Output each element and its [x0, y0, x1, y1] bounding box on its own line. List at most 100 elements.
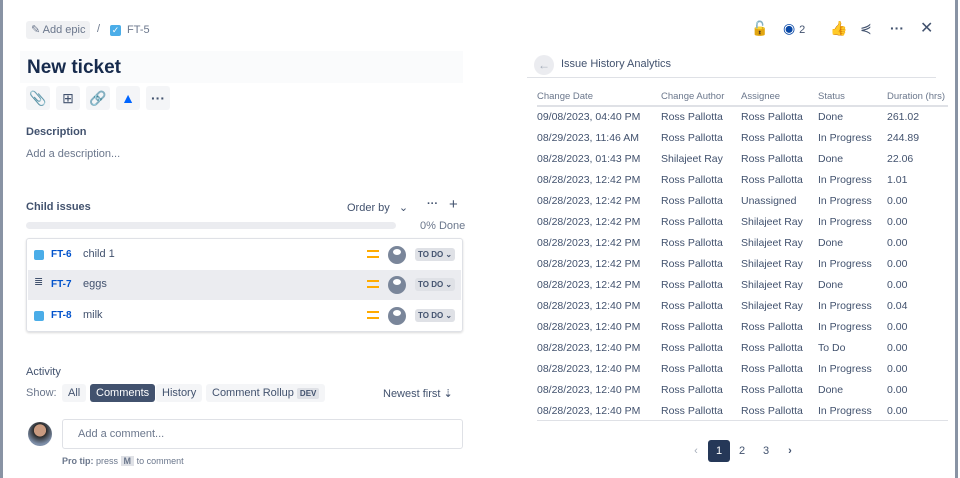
change-author-cell: Ross Pallotta — [661, 278, 723, 291]
priority-medium-icon — [367, 250, 379, 258]
thumbs-up-icon[interactable]: 👍 — [830, 20, 847, 37]
history-table: Change Date Change Author Assignee Statu… — [537, 87, 948, 421]
close-icon[interactable]: ✕ — [920, 18, 933, 38]
change-date-cell: 08/28/2023, 12:42 PM — [537, 236, 641, 249]
divider — [537, 420, 948, 421]
list-item[interactable]: ≣ FT-7 eggs TO DO ⌄ — [28, 270, 461, 300]
duration-cell: 0.00 — [887, 404, 908, 417]
description-label: Description — [26, 126, 87, 138]
assignee-cell: Ross Pallotta — [741, 341, 803, 354]
status-cell: In Progress — [818, 404, 872, 417]
change-date-cell: 08/28/2023, 12:40 PM — [537, 404, 641, 417]
change-date-cell: 08/28/2023, 01:43 PM — [537, 152, 641, 165]
change-author-cell: Ross Pallotta — [661, 383, 723, 396]
table-row: 08/29/2023, 11:46 AM Ross Pallotta Ross Pa… — [537, 127, 948, 148]
col-change-author: Change Author — [661, 87, 741, 107]
atlassian-icon[interactable]: ▲ — [116, 86, 140, 110]
more-icon[interactable]: ··· — [146, 86, 170, 110]
attach-icon[interactable]: 📎 — [26, 86, 50, 110]
panel-title: Issue History Analytics — [561, 58, 672, 70]
assignee-cell: Shilajeet Ray — [741, 278, 803, 291]
filter-all[interactable]: All — [62, 384, 87, 402]
status-cell: In Progress — [818, 320, 872, 333]
issue-key[interactable]: FT-7 — [51, 279, 72, 290]
more-icon[interactable]: ··· — [890, 20, 904, 36]
list-item[interactable]: FT-8 milk TO DO ⌄ — [28, 301, 461, 331]
add-epic-button[interactable]: ✎ Add epic — [26, 21, 91, 39]
status-cell: In Progress — [818, 362, 872, 375]
duration-cell: 0.00 — [887, 320, 908, 333]
filter-comments[interactable]: Comments — [90, 384, 156, 402]
issue-key[interactable]: FT-8 — [51, 310, 72, 321]
list-item[interactable]: FT-6 child 1 TO DO ⌄ — [28, 240, 461, 270]
add-child-icon[interactable]: + — [449, 196, 458, 213]
issue-key-link[interactable]: FT-5 — [127, 24, 150, 36]
change-author-cell: Ross Pallotta — [661, 257, 723, 270]
status-cell: Done — [818, 236, 844, 249]
next-page-button[interactable]: › — [779, 440, 801, 462]
back-button[interactable]: ← — [534, 55, 554, 75]
share-icon[interactable]: ⋞ — [860, 20, 872, 37]
status-dropdown[interactable]: TO DO ⌄ — [415, 248, 456, 261]
duration-cell: 244.89 — [887, 131, 920, 144]
status-cell: In Progress — [818, 215, 872, 228]
assignee-cell: Ross Pallotta — [741, 362, 803, 375]
change-date-cell: 08/28/2023, 12:42 PM — [537, 173, 641, 186]
scrollbar[interactable] — [955, 0, 958, 478]
duration-cell: 0.00 — [887, 278, 908, 291]
issue-title[interactable]: New ticket — [20, 51, 463, 83]
lock-icon[interactable]: 🔓 — [751, 20, 768, 37]
avatar[interactable] — [388, 307, 406, 325]
page-1[interactable]: 1 — [708, 440, 730, 462]
avatar[interactable] — [388, 246, 406, 264]
duration-cell: 1.01 — [887, 173, 908, 186]
order-by-button[interactable]: Order by ⌄ — [347, 201, 408, 214]
filter-comment-rollup[interactable]: Comment Rollup DEV — [206, 384, 326, 402]
status-dropdown[interactable]: TO DO ⌄ — [415, 309, 456, 322]
avatar[interactable] — [388, 276, 406, 294]
child-issue-icon[interactable]: ⊞ — [56, 86, 80, 110]
change-author-cell: Ross Pallotta — [661, 341, 723, 354]
order-by-label: Order by — [347, 202, 390, 214]
duration-cell: 0.00 — [887, 194, 908, 207]
more-icon[interactable]: ··· — [427, 198, 438, 210]
change-date-cell: 08/28/2023, 12:40 PM — [537, 383, 641, 396]
sort-button[interactable]: Newest first ⇣ — [383, 387, 453, 400]
pro-tip: Pro tip: press M to comment — [62, 456, 184, 466]
assignee-cell: Ross Pallotta — [741, 383, 803, 396]
issue-summary[interactable]: milk — [83, 309, 103, 321]
assignee-cell: Ross Pallotta — [741, 404, 803, 417]
duration-cell: 0.00 — [887, 257, 908, 270]
subtask-icon — [34, 250, 44, 260]
sort-label: Newest first — [383, 388, 441, 400]
change-author-cell: Ross Pallotta — [661, 236, 723, 249]
link-icon[interactable]: 🔗 — [86, 86, 110, 110]
status-cell: In Progress — [818, 299, 872, 312]
change-author-cell: Ross Pallotta — [661, 111, 723, 123]
watch-button[interactable]: ◉ 2 — [783, 20, 805, 37]
status-label: TO DO — [418, 250, 444, 259]
table-row: 08/28/2023, 12:40 PM Ross Pallotta Shilaje… — [537, 295, 948, 316]
change-author-cell: Ross Pallotta — [661, 131, 723, 144]
duration-cell: 261.02 — [887, 111, 920, 123]
filter-history[interactable]: History — [156, 384, 203, 402]
description-input[interactable]: Add a description... — [26, 148, 120, 160]
table-row: 09/08/2023, 04:40 PM Ross Pallotta Ross Pa… — [537, 106, 948, 127]
duration-cell: 0.00 — [887, 383, 908, 396]
issue-summary[interactable]: eggs — [83, 278, 107, 290]
issue-key[interactable]: FT-6 — [51, 249, 72, 260]
show-label: Show: — [26, 387, 57, 399]
page-3[interactable]: 3 — [755, 440, 777, 462]
page-2[interactable]: 2 — [731, 440, 753, 462]
change-date-cell: 08/28/2023, 12:42 PM — [537, 194, 641, 207]
change-author-cell: Ross Pallotta — [661, 320, 723, 333]
progress-text: 0% Done — [420, 220, 466, 232]
status-dropdown[interactable]: TO DO ⌄ — [415, 278, 456, 291]
change-date-cell: 08/29/2023, 11:46 AM — [537, 131, 639, 144]
prev-page-button[interactable]: ‹ — [685, 440, 707, 462]
issue-summary[interactable]: child 1 — [83, 248, 115, 260]
comment-input[interactable]: Add a comment... — [62, 419, 463, 449]
table-row: 08/28/2023, 12:42 PM Ross Pallotta Shilaje… — [537, 253, 948, 274]
table-row: 08/28/2023, 01:43 PM Shilajeet Ray Ross Pa… — [537, 148, 948, 169]
col-duration: Duration (hrs) — [887, 87, 948, 107]
